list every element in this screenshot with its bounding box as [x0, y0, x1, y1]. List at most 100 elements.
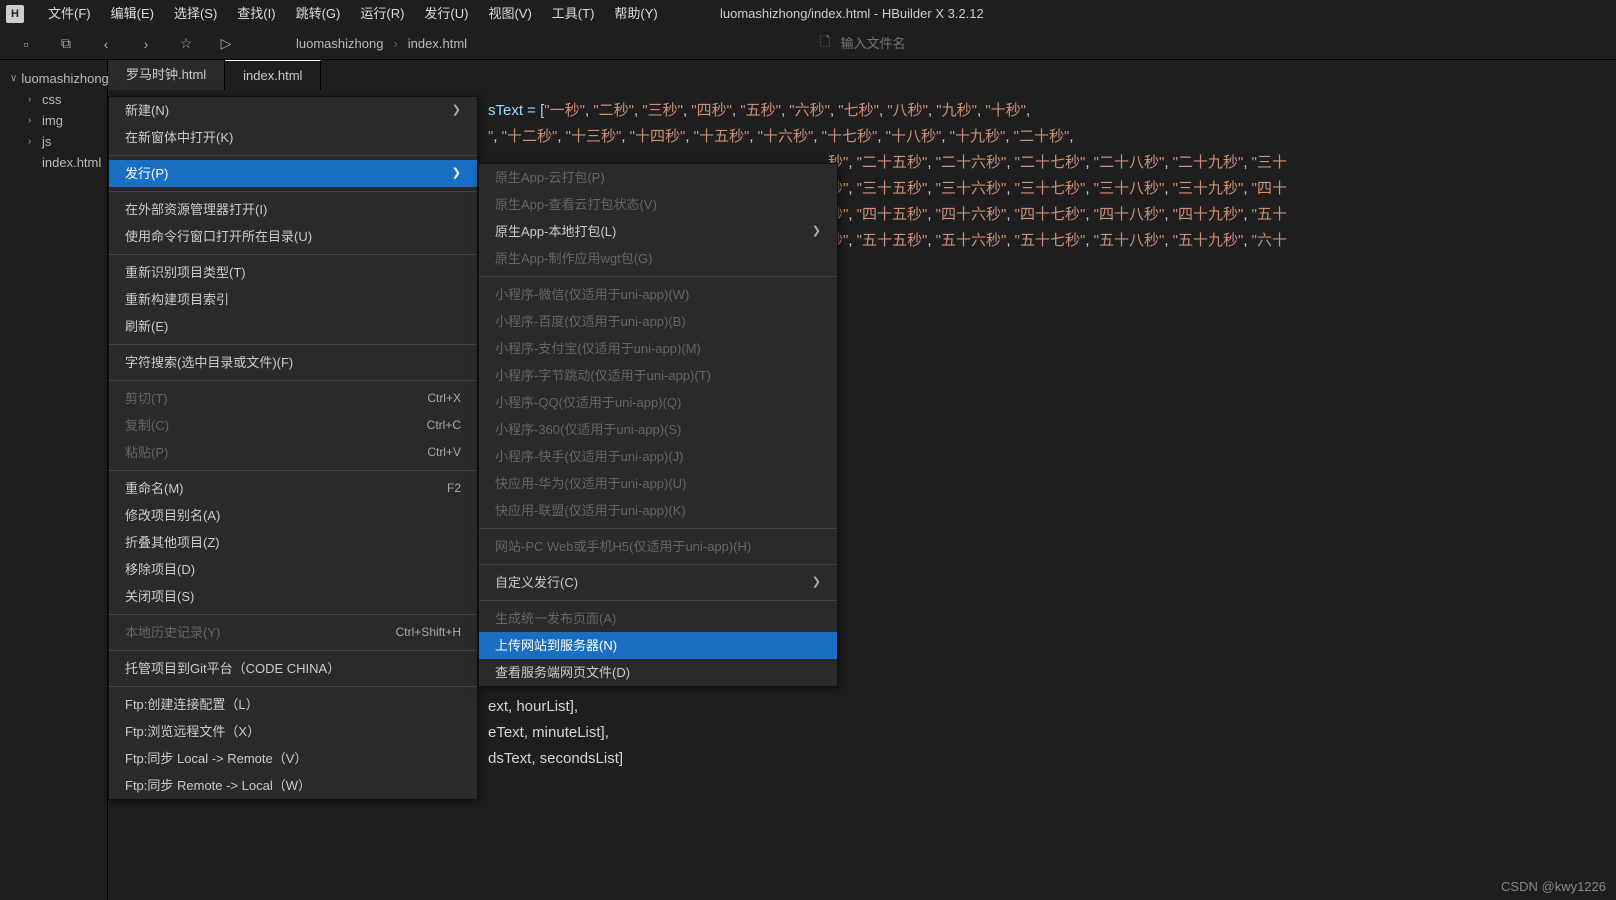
menu-entry-label: 字符搜索(选中目录或文件)(F): [125, 349, 293, 376]
menu-item[interactable]: 视图(V): [478, 0, 541, 28]
menu-entry[interactable]: 发行(P)❯: [109, 160, 477, 187]
menu-entry-label: 原生App-查看云打包状态(V): [495, 191, 657, 218]
back-icon[interactable]: ‹: [96, 34, 116, 54]
menu-entry[interactable]: 折叠其他项目(Z): [109, 529, 477, 556]
menu-entry[interactable]: 重命名(M)F2: [109, 475, 477, 502]
tree-item[interactable]: ›css: [0, 89, 107, 110]
menu-entry: 粘贴(P) Ctrl+V: [109, 439, 477, 466]
menu-separator: [479, 564, 837, 565]
menu-shortcut: Ctrl+V: [427, 439, 461, 466]
menu-entry: 快应用-联盟(仅适用于uni-app)(K): [479, 497, 837, 524]
menu-entry-label: 网站-PC Web或手机H5(仅适用于uni-app)(H): [495, 533, 751, 560]
toolbar: ▫ ⧉ ‹ › ☆ ▷ luomashizhong › index.html 🗋: [0, 28, 1616, 60]
tree-item[interactable]: ›img: [0, 110, 107, 131]
menu-entry[interactable]: 关闭项目(S): [109, 583, 477, 610]
menu-entry-label: 原生App-云打包(P): [495, 164, 605, 191]
tree-item-label: index.html: [42, 155, 101, 170]
breadcrumb-file[interactable]: index.html: [408, 36, 467, 51]
menu-entry[interactable]: 重新构建项目索引: [109, 286, 477, 313]
menu-entry[interactable]: 移除项目(D): [109, 556, 477, 583]
menu-entry-label: 重新识别项目类型(T): [125, 259, 246, 286]
menu-entry: 小程序-字节跳动(仅适用于uni-app)(T): [479, 362, 837, 389]
tree-item-label: js: [42, 134, 51, 149]
menu-entry-label: 修改项目别名(A): [125, 502, 220, 529]
menu-item[interactable]: 文件(F): [38, 0, 101, 28]
menu-entry: 复制(C)Ctrl+C: [109, 412, 477, 439]
menu-separator: [109, 344, 477, 345]
menu-entry-label: 小程序-快手(仅适用于uni-app)(J): [495, 443, 684, 470]
menu-entry-label: 小程序-360(仅适用于uni-app)(S): [495, 416, 681, 443]
search-input[interactable]: [840, 36, 1016, 51]
menu-entry[interactable]: 在外部资源管理器打开(I): [109, 196, 477, 223]
menu-item[interactable]: 帮助(Y): [604, 0, 667, 28]
editor-tab[interactable]: index.html: [225, 60, 321, 90]
menu-item[interactable]: 跳转(G): [286, 0, 351, 28]
menu-item[interactable]: 编辑(E): [101, 0, 164, 28]
menu-entry[interactable]: 自定义发行(C)❯: [479, 569, 837, 596]
menu-item[interactable]: 选择(S): [164, 0, 227, 28]
menu-entry-label: 查看服务端网页文件(D): [495, 659, 630, 686]
star-icon[interactable]: ☆: [176, 34, 196, 54]
breadcrumb-separator-icon: ›: [393, 36, 397, 51]
menu-entry-label: 小程序-百度(仅适用于uni-app)(B): [495, 308, 686, 335]
menu-entry-label: 小程序-QQ(仅适用于uni-app)(Q): [495, 389, 681, 416]
menu-separator: [109, 686, 477, 687]
file-search[interactable]: 🗋: [820, 33, 1016, 55]
menu-item[interactable]: 发行(U): [414, 0, 478, 28]
menu-separator: [109, 650, 477, 651]
menu-separator: [109, 614, 477, 615]
menu-entry-label: 小程序-支付宝(仅适用于uni-app)(M): [495, 335, 701, 362]
menu-entry-label: 托管项目到Git平台（CODE CHINA）: [125, 655, 340, 682]
forward-icon[interactable]: ›: [136, 34, 156, 54]
menu-entry[interactable]: 使用命令行窗口打开所在目录(U): [109, 223, 477, 250]
menu-item[interactable]: 查找(I): [227, 0, 285, 28]
menu-entry-label: 上传网站到服务器(N): [495, 632, 617, 659]
save-icon[interactable]: ▫: [16, 34, 36, 54]
menu-entry-label: 复制(C): [125, 412, 169, 439]
menu-entry[interactable]: Ftp:同步 Remote -> Local（W）: [109, 772, 477, 799]
menu-entry-label: 生成统一发布页面(A): [495, 605, 616, 632]
menu-entry: 快应用-华为(仅适用于uni-app)(U): [479, 470, 837, 497]
menu-shortcut: Ctrl+X: [427, 385, 461, 412]
menu-item[interactable]: 运行(R): [350, 0, 414, 28]
menu-separator: [479, 528, 837, 529]
menu-entry[interactable]: 查看服务端网页文件(D): [479, 659, 837, 686]
menu-entry-label: 本地历史记录(Y): [125, 619, 220, 646]
menu-separator: [109, 254, 477, 255]
editor-tab[interactable]: 罗马时钟.html: [108, 60, 225, 90]
editor-tabs: 罗马时钟.htmlindex.html: [108, 60, 1616, 90]
menu-separator: [109, 380, 477, 381]
tree-item[interactable]: ›js: [0, 131, 107, 152]
menu-entry[interactable]: 修改项目别名(A): [109, 502, 477, 529]
menu-entry[interactable]: 重新识别项目类型(T): [109, 259, 477, 286]
menu-entry[interactable]: 上传网站到服务器(N): [479, 632, 837, 659]
menu-entry-label: 刷新(E): [125, 313, 168, 340]
menu-entry-label: 重新构建项目索引: [125, 286, 229, 313]
menu-entry: 小程序-支付宝(仅适用于uni-app)(M): [479, 335, 837, 362]
menu-entry[interactable]: 托管项目到Git平台（CODE CHINA）: [109, 655, 477, 682]
menu-entry: 生成统一发布页面(A): [479, 605, 837, 632]
menu-entry[interactable]: 刷新(E): [109, 313, 477, 340]
tree-root[interactable]: ∨ luomashizhong ▭: [0, 68, 107, 89]
menu-entry[interactable]: 在新窗体中打开(K): [109, 124, 477, 151]
menu-entry: 小程序-360(仅适用于uni-app)(S): [479, 416, 837, 443]
watermark: CSDN @kwy1226: [1501, 879, 1606, 894]
run-icon[interactable]: ▷: [216, 34, 236, 54]
menu-item[interactable]: 工具(T): [542, 0, 605, 28]
breadcrumb: luomashizhong › index.html: [296, 36, 467, 51]
menu-entry[interactable]: 新建(N)❯: [109, 97, 477, 124]
search-file-icon: 🗋: [820, 33, 830, 55]
copy-icon[interactable]: ⧉: [56, 34, 76, 54]
menu-entry[interactable]: Ftp:创建连接配置（L）: [109, 691, 477, 718]
menu-entry[interactable]: Ftp:浏览远程文件（X）: [109, 718, 477, 745]
menu-entry-label: 在新窗体中打开(K): [125, 124, 233, 151]
menu-entry[interactable]: Ftp:同步 Local -> Remote（V）: [109, 745, 477, 772]
caret-right-icon: ›: [28, 115, 38, 126]
menu-entry[interactable]: 原生App-本地打包(L)❯: [479, 218, 837, 245]
breadcrumb-project[interactable]: luomashizhong: [296, 36, 383, 51]
tree-item[interactable]: index.html: [0, 152, 107, 173]
menu-entry-label: 粘贴(P): [125, 439, 168, 466]
menu-entry[interactable]: 字符搜索(选中目录或文件)(F): [109, 349, 477, 376]
menu-entry: 小程序-微信(仅适用于uni-app)(W): [479, 281, 837, 308]
chevron-right-icon: ❯: [452, 160, 461, 187]
